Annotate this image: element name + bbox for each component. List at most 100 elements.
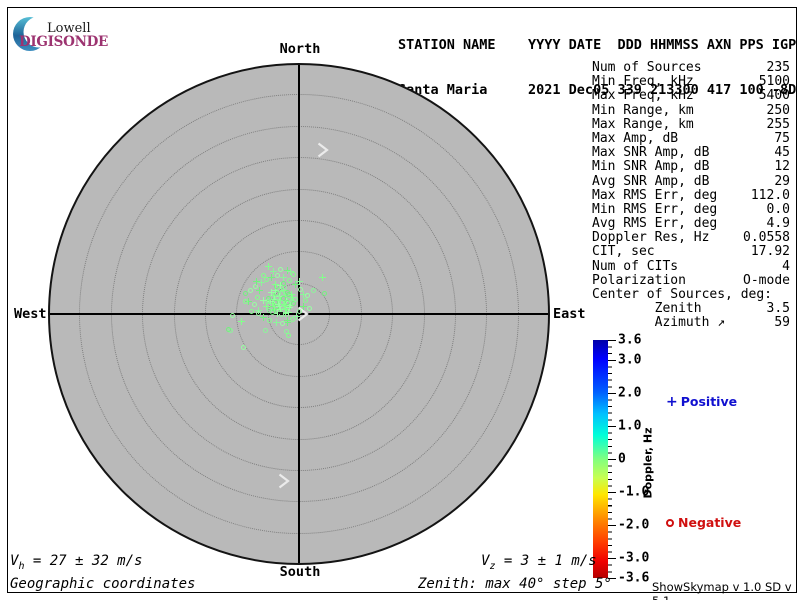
source-point-positive [260, 297, 267, 304]
parameter-row: Num of CITs4 [592, 259, 790, 273]
source-point-negative [293, 297, 298, 302]
source-point-negative [255, 295, 260, 300]
parameter-label: Min SNR Amp, dB [592, 159, 709, 173]
legend-negative-label: Negative [678, 515, 741, 530]
source-point-negative [322, 291, 327, 296]
source-point-negative [226, 327, 231, 332]
colorbar-major-tick [608, 558, 616, 559]
parameter-value: 0.0558 [743, 230, 790, 244]
parameter-row: Max RMS Err, deg 112.0 [592, 188, 790, 202]
compass-label-south: South [280, 564, 321, 580]
source-point-negative [311, 288, 316, 293]
parameter-label: Num of Sources [592, 60, 702, 74]
lowell-digisonde-logo: Lowell DIGISONDE [10, 10, 120, 52]
parameter-label: Zenith [592, 301, 702, 315]
parameter-row: Zenith3.5 [592, 301, 790, 315]
colorbar-tick-label: -3.0 [618, 551, 649, 566]
legend-negative: Negative [666, 515, 741, 530]
legend-positive-label: Positive [681, 394, 737, 409]
colorbar-major-tick [608, 525, 616, 526]
source-point-negative [263, 328, 268, 333]
parameter-row: Azimuth ↗59 [592, 315, 790, 329]
source-point-positive [273, 319, 280, 326]
source-point-negative [230, 313, 235, 318]
source-point-negative [243, 291, 248, 296]
vz-value: = 3 ± 1 m/s [495, 553, 596, 569]
source-point-positive [296, 278, 303, 285]
doppler-colorbar [593, 340, 608, 578]
source-point-negative [241, 345, 246, 350]
parameter-label: Max Freq, kHz [592, 88, 694, 102]
colorbar-tick-label: 3.0 [618, 352, 641, 367]
source-point-positive [284, 317, 291, 324]
parameter-label: Max RMS Err, deg [592, 188, 717, 202]
parameter-row: Avg RMS Err, deg 4.9 [592, 216, 790, 230]
parameter-value: 17.92 [751, 244, 790, 258]
parameter-row: Num of Sources235 [592, 60, 790, 74]
source-point-negative [267, 308, 272, 313]
compass-label-north: North [280, 41, 321, 57]
center-of-sources-marker [278, 312, 283, 314]
parameter-value: 112.0 [751, 188, 790, 202]
source-point-negative [267, 318, 272, 323]
parameter-value: 4.9 [767, 216, 790, 230]
parameter-label: Min Range, km [592, 103, 694, 117]
logo-text-digisonde: DIGISONDE [19, 34, 108, 50]
source-point-positive [268, 289, 275, 296]
colorbar-tick-label: -3.6 [618, 571, 649, 586]
parameter-row: CIT, sec17.92 [592, 244, 790, 258]
legend-positive: +Positive [666, 394, 737, 410]
colorbar-tick-label: -2.0 [618, 518, 649, 533]
parameter-label: Azimuth ↗ [592, 315, 725, 329]
parameter-label: Min Freq, kHz [592, 74, 694, 88]
parameter-value: 250 [767, 103, 790, 117]
parameter-row: Min Freq, kHz 5100 [592, 74, 790, 88]
parameter-row: Max Range, km255 [592, 117, 790, 131]
parameter-label: Doppler Res, Hz [592, 230, 709, 244]
colorbar-major-tick [608, 393, 616, 394]
parameter-value: O-mode [743, 273, 790, 287]
source-point-negative [307, 306, 312, 311]
parameter-row: Max SNR Amp, dB45 [592, 145, 790, 159]
parameter-label: Max SNR Amp, dB [592, 145, 709, 159]
colorbar-tick-label: 0 [618, 452, 626, 467]
parameter-label: Num of CITs [592, 259, 678, 273]
parameter-row: Max Freq, kHz5400 [592, 88, 790, 102]
source-point-negative [278, 267, 283, 272]
parameter-row: Min SNR Amp, dB 12 [592, 159, 790, 173]
measurement-parameters-panel: Num of Sources235Min Freq, kHz5100Max Fr… [592, 60, 790, 330]
source-point-positive [319, 274, 326, 281]
vh-value: = 27 ± 32 m/s [24, 553, 142, 569]
parameter-value: 0.0 [767, 202, 790, 216]
parameter-row: Min RMS Err, deg 0.0 [592, 202, 790, 216]
compass-label-east: East [553, 306, 586, 322]
colorbar-tick-label: 2.0 [618, 385, 641, 400]
source-point-negative [286, 333, 291, 338]
zenith-range-note: Zenith: max 40° step 5° [418, 576, 612, 592]
parameter-value: 255 [767, 117, 790, 131]
source-point-negative [249, 309, 254, 314]
parameter-label: Min RMS Err, deg [592, 202, 717, 216]
horizontal-velocity-readout: Vh = 27 ± 32 m/s [10, 553, 142, 572]
source-point-positive [287, 268, 294, 275]
compass-label-west: West [14, 306, 47, 322]
parameter-row: Min Range, km 250 [592, 103, 790, 117]
parameter-row: Center of Sources, deg: [592, 287, 790, 301]
software-version-label: ShowSkymap v 1.0 SD v 5.1 [652, 580, 800, 600]
source-point-negative [256, 311, 261, 316]
colorbar-major-tick [608, 492, 616, 493]
parameter-row: Avg SNR Amp, dB29 [592, 174, 790, 188]
skymap-window: Lowell DIGISONDE STATION NAME YYYY DATE … [0, 0, 800, 600]
parameter-row: PolarizationO-mode [592, 273, 790, 287]
parameter-value: 5100 [759, 74, 790, 88]
source-point-positive [280, 274, 287, 281]
source-point-positive [285, 309, 292, 316]
parameter-row: Max Amp, dB75 [592, 131, 790, 145]
colorbar-major-tick [608, 360, 616, 361]
colorbar-major-tick [608, 340, 616, 341]
parameter-label: Max Amp, dB [592, 131, 678, 145]
source-point-positive [268, 274, 275, 281]
parameter-value: 12 [774, 159, 790, 173]
parameter-label: Avg RMS Err, deg [592, 216, 717, 230]
source-point-positive [265, 263, 272, 270]
